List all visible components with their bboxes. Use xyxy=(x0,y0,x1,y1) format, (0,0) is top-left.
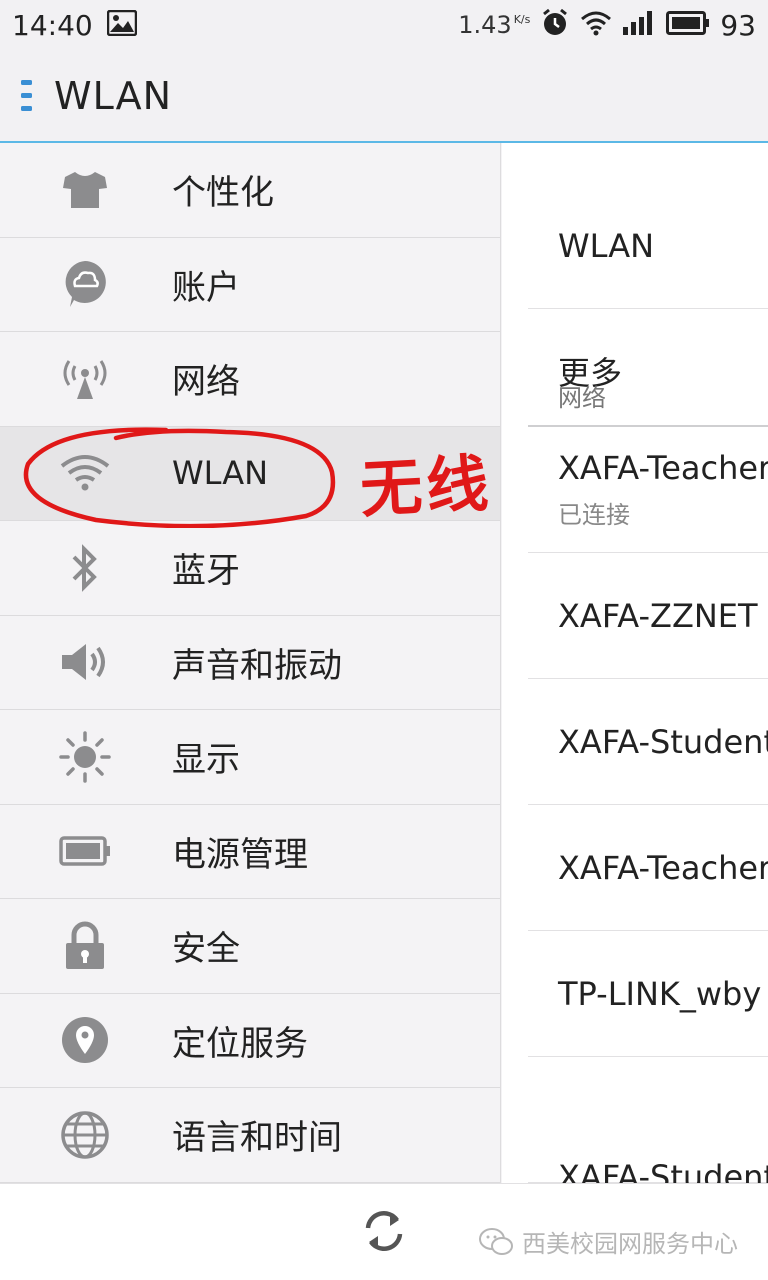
category-item-bluetooth[interactable]: 蓝牙 xyxy=(0,521,500,616)
network-ssid: XAFA-Student xyxy=(558,722,768,761)
category-label: 语言和时间 xyxy=(172,1118,342,1159)
category-item-sound[interactable]: 声音和振动 xyxy=(0,616,500,710)
cloud-account-icon xyxy=(0,259,172,309)
category-item-wlan[interactable]: WLAN xyxy=(0,426,500,521)
app-header: WLAN xyxy=(0,50,768,143)
category-item-display[interactable]: 显示 xyxy=(0,710,500,805)
wlan-toggle-row[interactable]: WLAN xyxy=(528,143,768,309)
status-time: 14:40 xyxy=(12,8,93,42)
bottom-action-bar: 西美校园网服务中心 xyxy=(0,1183,768,1280)
brightness-icon xyxy=(0,731,172,783)
section-title: 网络 xyxy=(558,384,606,412)
battery-percentage: 93 xyxy=(720,8,756,42)
category-label: 账户 xyxy=(172,267,240,308)
category-item-network[interactable]: 网络 xyxy=(0,332,500,427)
category-label: 定位服务 xyxy=(172,1023,308,1064)
category-item-location[interactable]: 定位服务 xyxy=(0,994,500,1088)
network-ssid: XAFA-Teacher xyxy=(558,848,768,887)
network-ssid: XAFA-Student xyxy=(558,1158,768,1183)
image-notification-icon xyxy=(106,9,137,40)
category-label: 电源管理 xyxy=(172,834,308,875)
network-row[interactable]: XAFA-Teacher 已连接 xyxy=(528,427,768,553)
category-label: 网络 xyxy=(172,362,240,403)
category-item-language-time[interactable]: 语言和时间 xyxy=(0,1088,500,1183)
watermark-text: 西美校园网服务中心 xyxy=(522,1230,738,1258)
network-row[interactable]: TP-LINK_wby xyxy=(528,931,768,1057)
category-label: 安全 xyxy=(172,929,240,970)
battery-status-icon xyxy=(666,11,710,39)
globe-icon xyxy=(0,1110,172,1160)
lock-icon xyxy=(0,921,172,971)
network-ssid: XAFA-Teacher xyxy=(558,449,768,487)
battery-icon xyxy=(0,836,172,866)
wifi-icon xyxy=(0,454,172,492)
category-label: 蓝牙 xyxy=(172,551,240,592)
refresh-button[interactable] xyxy=(359,1206,409,1256)
category-item-security[interactable]: 安全 xyxy=(0,899,500,994)
location-pin-icon xyxy=(0,1016,172,1064)
watermark: 西美校园网服务中心 xyxy=(478,1224,738,1259)
refresh-icon xyxy=(365,1211,403,1251)
network-status: 已连接 xyxy=(558,501,630,529)
alarm-icon xyxy=(540,8,570,42)
network-row[interactable]: XAFA-Student xyxy=(528,679,768,805)
category-label: WLAN xyxy=(172,454,269,493)
menu-button[interactable] xyxy=(0,49,54,142)
network-speed: 1.43 K/s xyxy=(458,11,531,39)
network-row[interactable]: XAFA-Student xyxy=(528,1057,768,1183)
category-item-power[interactable]: 电源管理 xyxy=(0,805,500,899)
status-bar: 14:40 1.43 K/s 93 xyxy=(0,0,768,50)
network-row[interactable]: XAFA-ZZNET xyxy=(528,553,768,679)
category-label: 显示 xyxy=(172,740,240,781)
tshirt-icon xyxy=(0,170,172,210)
antenna-icon xyxy=(0,357,172,401)
network-row[interactable]: XAFA-Teacher xyxy=(528,805,768,931)
bluetooth-icon xyxy=(0,543,172,593)
category-label: 个性化 xyxy=(172,173,274,214)
page-title: WLAN xyxy=(54,73,173,118)
network-ssid: XAFA-ZZNET xyxy=(558,596,758,635)
wlan-toggle-label: WLAN xyxy=(558,226,655,265)
wechat-icon xyxy=(479,1227,513,1255)
wifi-status-icon xyxy=(580,10,612,40)
menu-dots-icon xyxy=(21,79,32,111)
network-ssid: TP-LINK_wby xyxy=(558,974,762,1013)
wlan-detail-pane: WLAN 更多 网络 XAFA-Teacher 已连接 XAFA-ZZNET X… xyxy=(502,143,768,1183)
category-item-account[interactable]: 账户 xyxy=(0,238,500,332)
settings-category-list: 个性化 账户 网络 WLAN 蓝牙 声音和振动 显示 电源管理 安全 定位服务 … xyxy=(0,143,501,1183)
category-item-personalization[interactable]: 个性化 xyxy=(0,143,500,238)
category-label: 声音和振动 xyxy=(172,645,342,686)
cell-signal-icon xyxy=(622,10,656,40)
speaker-icon xyxy=(0,641,172,683)
